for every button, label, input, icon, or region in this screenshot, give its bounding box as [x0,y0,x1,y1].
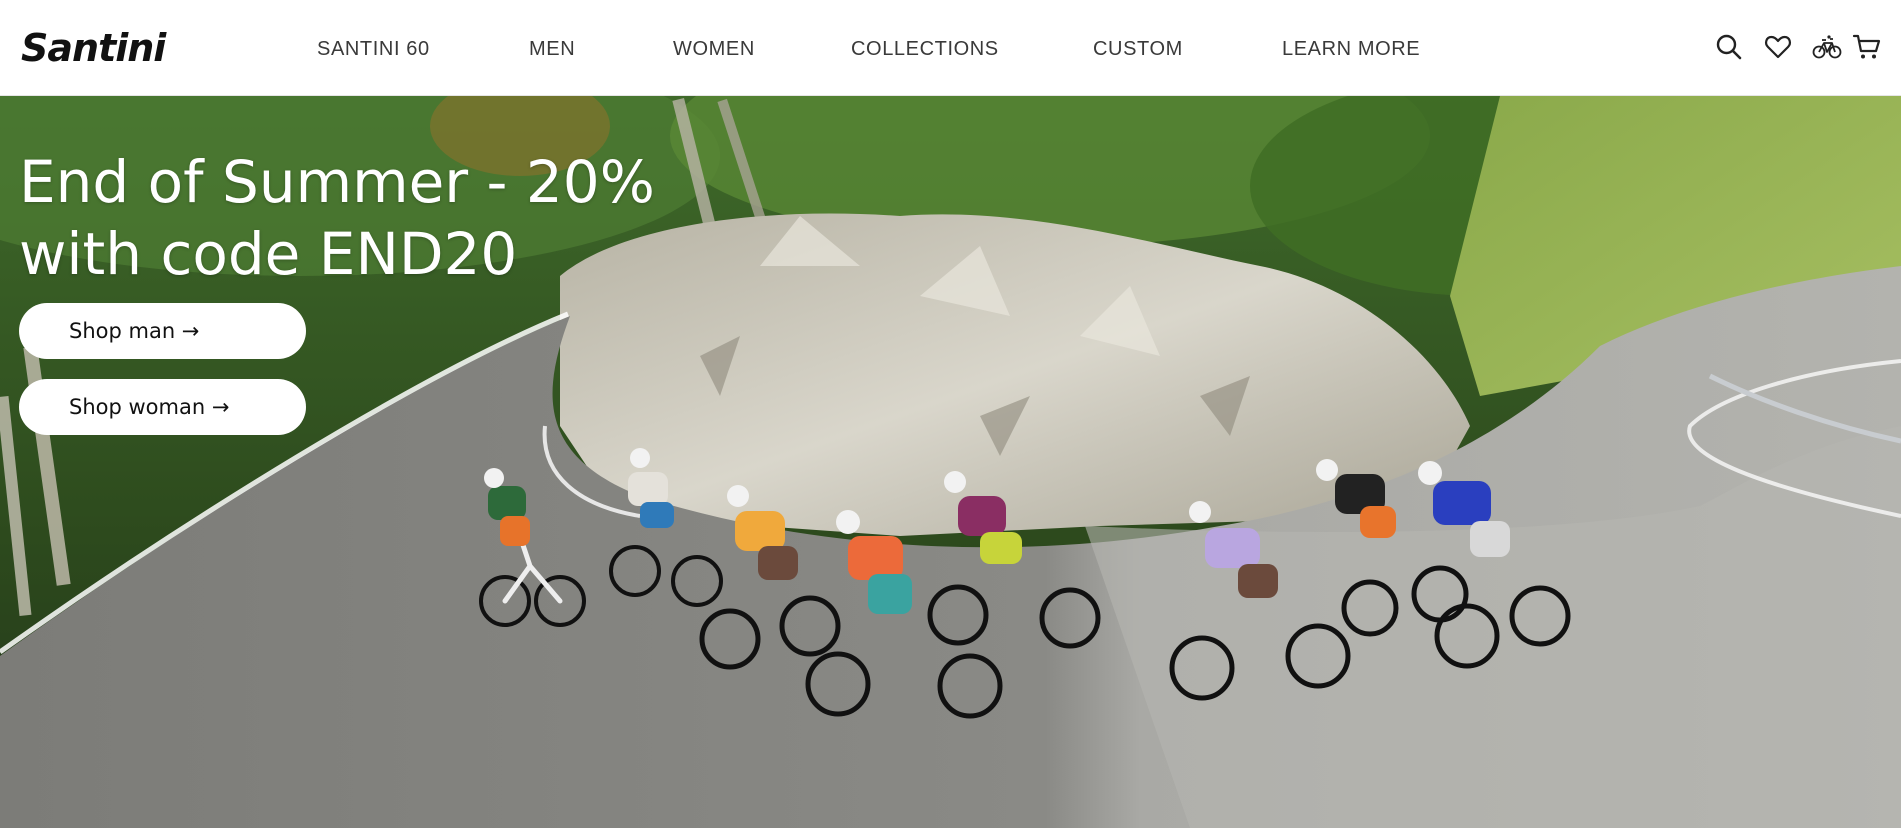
heart-icon[interactable] [1763,32,1793,62]
nav-collections[interactable]: COLLECTIONS [851,36,999,62]
hero-title: End of Summer - 20% with code END20 [19,146,719,290]
nav-custom[interactable]: CUSTOM [1093,36,1183,62]
santini-logo-wordmark: Santini [21,26,168,70]
hero-banner: End of Summer - 20% with code END20 Shop… [0,96,1901,828]
bicycle-icon[interactable] [1812,32,1842,62]
cart-icon[interactable] [1852,32,1882,62]
shop-man-button[interactable]: Shop man → [19,303,306,359]
hero-title-line-1: End of Summer - 20% [19,148,655,216]
search-icon[interactable] [1714,32,1744,62]
site-header: Santini SANTINI 60 MEN WOMEN COLLECTIONS… [0,0,1901,96]
nav-santini-60[interactable]: SANTINI 60 [317,36,430,62]
nav-men[interactable]: MEN [529,36,575,62]
nav-learn-more[interactable]: LEARN MORE [1282,36,1420,62]
hero-title-line-2: with code END20 [19,220,518,288]
nav-women[interactable]: WOMEN [673,36,755,62]
svg-text:Santini: Santini [21,26,167,70]
santini-logo[interactable]: Santini [19,26,195,70]
shop-woman-button[interactable]: Shop woman → [19,379,306,435]
